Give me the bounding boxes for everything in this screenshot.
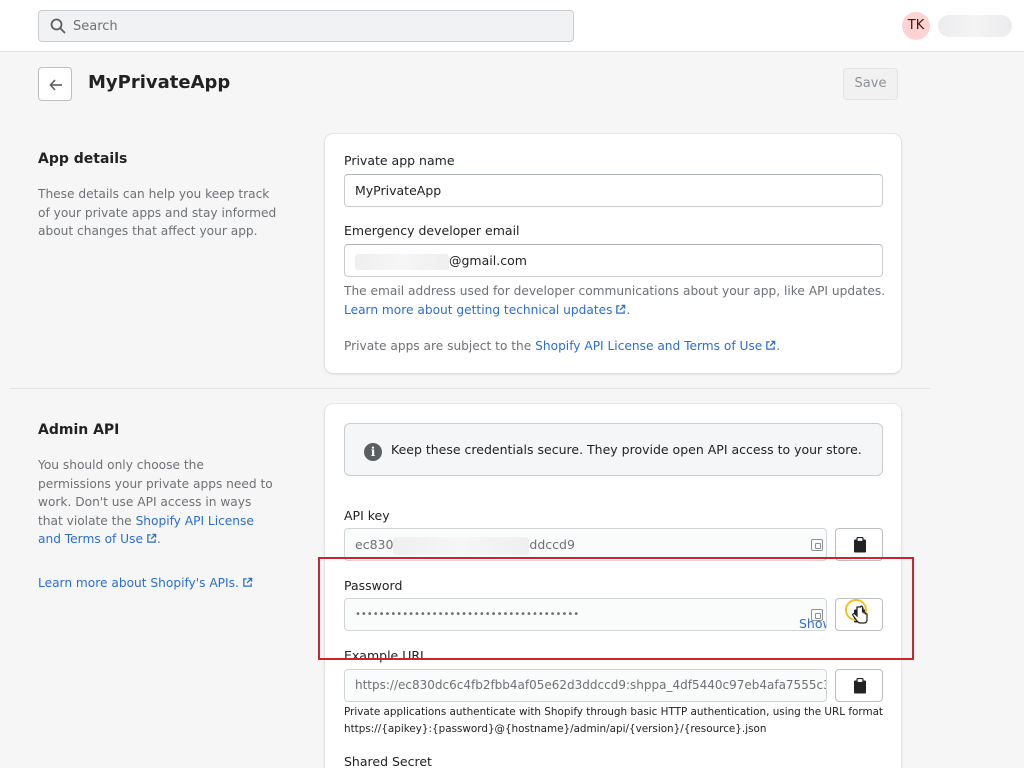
avatar[interactable]: TK [902, 12, 930, 40]
terms-prefix: Private apps are subject to the [344, 339, 536, 353]
view-icon [811, 539, 823, 551]
search-icon [50, 18, 66, 34]
example-url-field[interactable]: https://ec830dc6c4fb2fbb4af05e62d3ddccd9… [344, 669, 827, 702]
api-key-label: API key [344, 508, 390, 523]
section-divider [10, 388, 930, 389]
arrow-left-icon [49, 79, 62, 91]
search-input[interactable]: Search [38, 10, 574, 42]
terms-link-text: Shopify API License and Terms of Use [535, 339, 763, 353]
email-suffix: @gmail.com [449, 253, 527, 268]
credentials-banner: i Keep these credentials secure. They pr… [344, 423, 883, 476]
store-name-redacted[interactable] [938, 15, 1012, 37]
external-link-icon [243, 577, 253, 587]
terms-notice: Private apps are subject to the Shopify … [344, 337, 889, 356]
terms-suffix: . [776, 339, 781, 353]
top-bar: Search TK [0, 0, 1024, 52]
technical-updates-link[interactable]: Learn more about getting technical updat… [344, 303, 626, 317]
external-link-icon [147, 533, 157, 543]
app-details-description: These details can help you keep track of… [38, 187, 277, 238]
save-button[interactable]: Save [843, 68, 898, 100]
learn-more-apis-link[interactable]: Learn more about Shopify's APIs. [38, 576, 253, 590]
api-key-redacted [393, 536, 530, 555]
api-key-prefix: ec830 [355, 537, 394, 552]
copy-example-url-button[interactable] [835, 669, 883, 702]
email-label: Emergency developer email [344, 223, 520, 238]
banner-text: Keep these credentials secure. They prov… [391, 442, 862, 457]
example-url-help-line-2: https://{apikey}:{password}@{hostname}/a… [344, 723, 767, 735]
api-key-suffix: ddccd9 [529, 537, 575, 552]
external-link-icon [766, 340, 776, 350]
app-details-title: App details [38, 151, 128, 167]
info-icon: i [364, 443, 382, 461]
technical-updates-link-text: Learn more about getting technical updat… [344, 302, 613, 317]
search-placeholder: Search [73, 19, 118, 34]
email-redacted [355, 253, 449, 270]
page-title: MyPrivateApp [88, 72, 231, 93]
clipboard-icon [854, 537, 866, 553]
api-terms-suffix: . [156, 532, 161, 546]
email-field[interactable]: @gmail.com [344, 244, 883, 277]
admin-api-description: You should only choose the permissions y… [38, 456, 278, 549]
terms-link[interactable]: Shopify API License and Terms of Use [535, 339, 776, 353]
example-url-help-line-1: Private applications authenticate with S… [344, 706, 884, 718]
example-url-help: Private applications authenticate with S… [344, 704, 889, 738]
shared-secret-label: Shared Secret [344, 754, 432, 768]
admin-api-title: Admin API [38, 422, 120, 438]
app-details-card: Private app name MyPrivateApp Emergency … [325, 134, 901, 373]
password-highlight-box [318, 557, 914, 660]
email-help-text: The email address used for developer com… [344, 284, 886, 298]
back-button[interactable] [38, 67, 72, 101]
learn-more-apis: Learn more about Shopify's APIs. [38, 574, 278, 593]
email-help: The email address used for developer com… [344, 284, 886, 317]
learn-more-apis-text: Learn more about Shopify's APIs. [38, 576, 239, 590]
hand-cursor-icon [845, 599, 868, 624]
private-app-name-input[interactable]: MyPrivateApp [344, 174, 883, 207]
private-app-name-label: Private app name [344, 153, 455, 168]
clipboard-icon [854, 678, 866, 694]
external-link-icon [616, 304, 626, 314]
